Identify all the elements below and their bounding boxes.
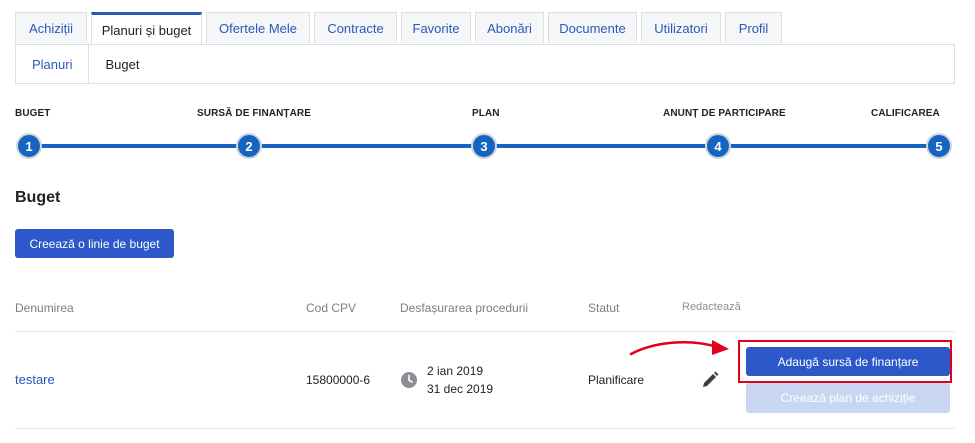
tab-contracte[interactable]: Contracte <box>314 12 397 43</box>
subtab-planuri[interactable]: Planuri <box>16 45 90 83</box>
clock-icon <box>401 372 417 388</box>
tab-planuri-si-buget[interactable]: Planuri și buget <box>91 12 202 45</box>
step-circle-3: 3 <box>471 133 497 159</box>
table-row-divider <box>15 428 955 429</box>
status-value: Planificare <box>588 373 645 387</box>
tab-profil[interactable]: Profil <box>725 12 782 43</box>
subtab-buget[interactable]: Buget <box>89 57 155 72</box>
section-title: Buget <box>15 189 61 206</box>
step-circle-1: 1 <box>16 133 42 159</box>
header-cpv: Cod CPV <box>306 301 357 315</box>
tab-abonari[interactable]: Abonări <box>475 12 544 43</box>
step-label-plan: PLAN <box>472 108 500 119</box>
step-circle-2: 2 <box>236 133 262 159</box>
tab-ofertele-mele[interactable]: Ofertele Mele <box>206 12 310 43</box>
tab-utilizatori[interactable]: Utilizatori <box>641 12 721 43</box>
step-label-anunt: ANUNȚ DE PARTICIPARE <box>663 108 786 119</box>
table-header-divider <box>15 331 955 332</box>
annotation-arrow <box>629 340 729 356</box>
add-funding-source-button[interactable]: Adaugă sursă de finanțare <box>746 347 950 376</box>
budget-name-link[interactable]: testare <box>15 372 55 387</box>
create-budget-line-button[interactable]: Creează o linie de buget <box>15 229 174 258</box>
header-name: Denumirea <box>15 301 74 315</box>
step-circle-5: 5 <box>926 133 952 159</box>
header-status: Statut <box>588 301 620 315</box>
tab-documente[interactable]: Documente <box>548 12 637 43</box>
procedure-start-date: 2 ian 2019 <box>427 364 484 378</box>
pencil-icon[interactable] <box>700 370 720 390</box>
header-edit: Redactează <box>682 301 741 313</box>
create-procurement-plan-button[interactable]: Creează plan de achiziție <box>746 383 950 413</box>
tab-favorite[interactable]: Favorite <box>401 12 471 43</box>
step-label-buget: BUGET <box>15 108 51 119</box>
procedure-end-date: 31 dec 2019 <box>427 382 494 396</box>
step-label-calificarea: CALIFICAREA <box>871 108 940 119</box>
step-label-sursa: SURSĂ DE FINANȚARE <box>197 108 312 119</box>
subtabs: Planuri Buget <box>15 45 955 84</box>
cpv-code: 15800000-6 <box>306 373 371 387</box>
step-circle-4: 4 <box>705 133 731 159</box>
header-procedure: Desfașurarea procedurii <box>400 301 529 315</box>
tab-achizitii[interactable]: Achiziții <box>15 12 87 43</box>
main-tabs: Achiziții Planuri și buget Ofertele Mele… <box>15 12 786 45</box>
